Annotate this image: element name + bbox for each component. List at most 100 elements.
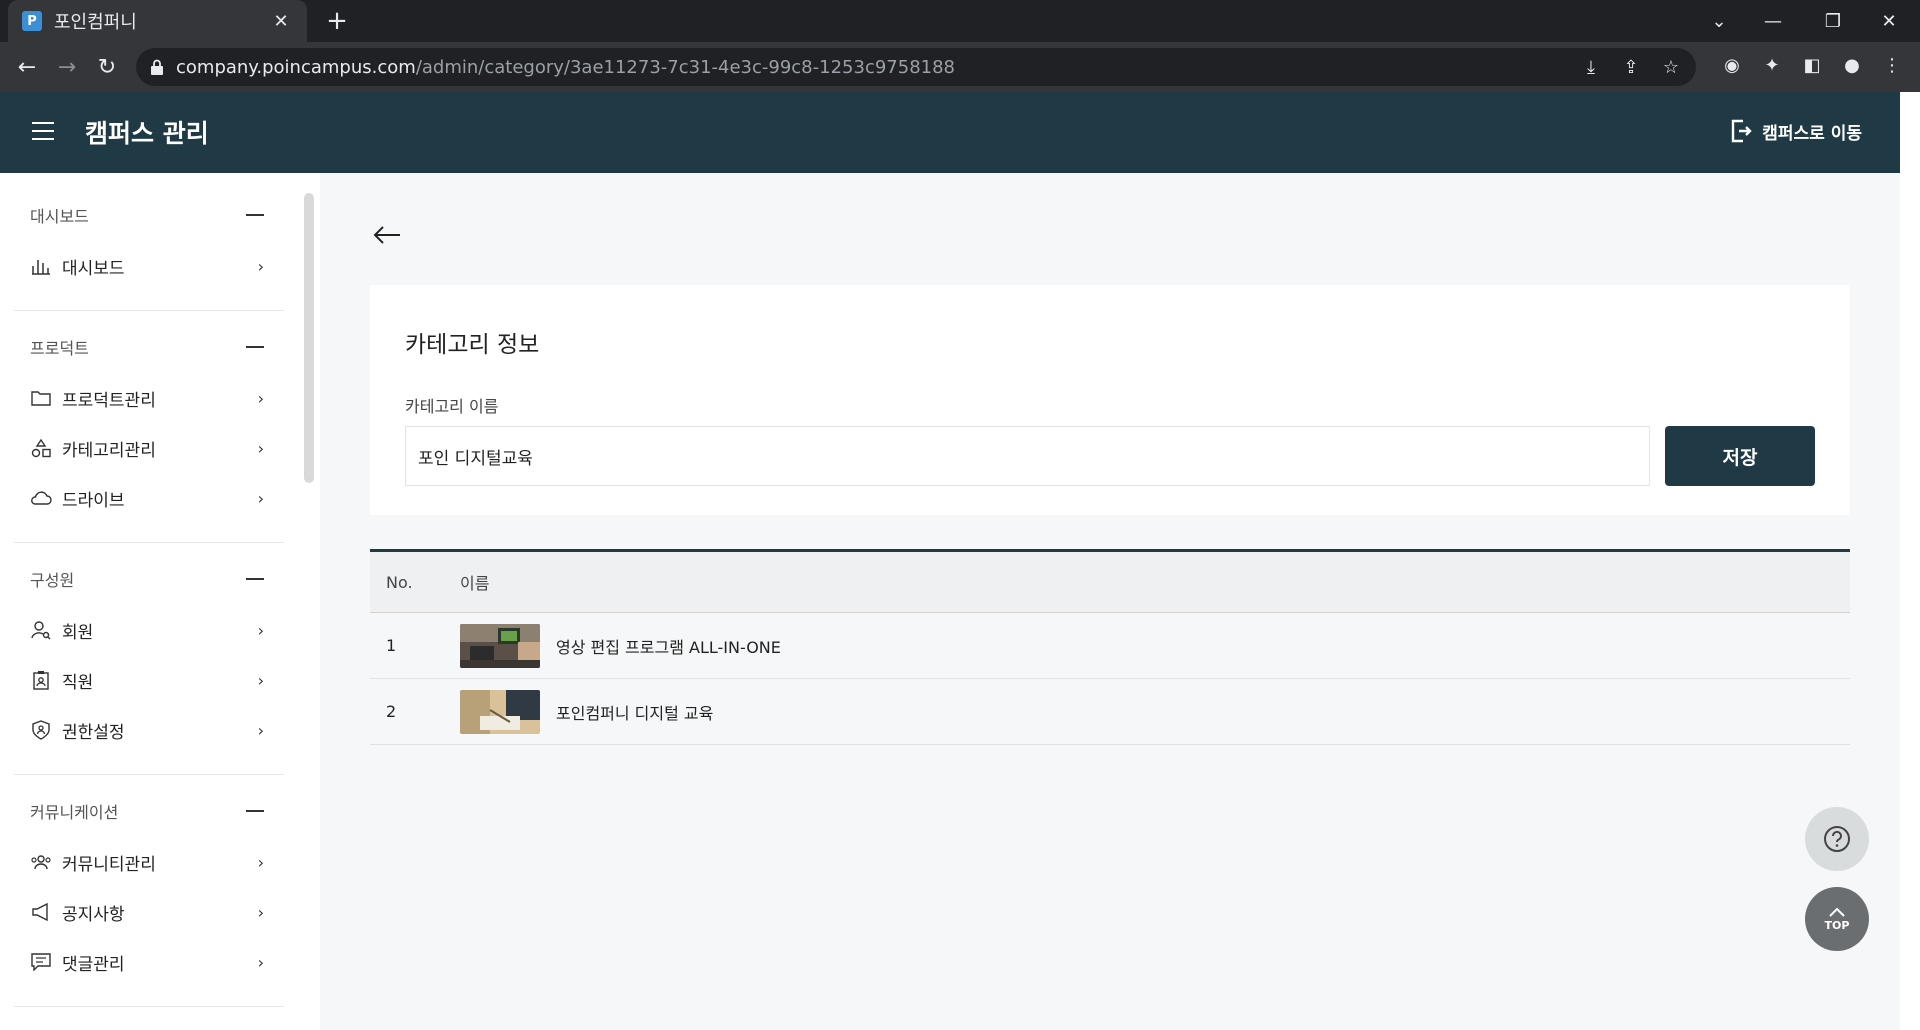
column-header-no: No. xyxy=(386,572,413,592)
collapse-icon[interactable] xyxy=(246,214,264,216)
menu-dots-icon[interactable]: ⋮ xyxy=(1880,54,1904,78)
extensions-puzzle-icon[interactable]: ✦ xyxy=(1760,54,1784,78)
sidebar-section-members: 구성원 회원 › 직원 › 권한설정 › xyxy=(14,553,284,755)
reload-button[interactable]: ↻ xyxy=(91,51,123,83)
comment-icon xyxy=(30,951,52,973)
window-close-button[interactable]: ✕ xyxy=(1862,0,1916,42)
back-button[interactable]: ← xyxy=(11,51,43,83)
sidebar-divider xyxy=(14,774,284,775)
chevron-right-icon: › xyxy=(257,853,264,872)
forward-button[interactable]: → xyxy=(51,51,83,83)
sidebar-section-header[interactable]: 커뮤니케이션 xyxy=(14,785,284,837)
shield-icon xyxy=(30,719,52,741)
shapes-icon xyxy=(30,437,52,459)
sidebar-item-notice[interactable]: 공지사항 › xyxy=(14,887,284,937)
sidebar-item-product-manage[interactable]: 프로덕트관리 › xyxy=(14,373,284,423)
profile-avatar-icon[interactable]: ● xyxy=(1840,54,1864,78)
sidebar-item-permissions[interactable]: 권한설정 › xyxy=(14,705,284,755)
row-number: 2 xyxy=(386,702,397,721)
collapse-icon[interactable] xyxy=(246,578,264,580)
card-title: 카테고리 정보 xyxy=(405,332,540,358)
chevron-right-icon: › xyxy=(257,671,264,690)
tab-search-icon[interactable]: ⌄ xyxy=(1692,0,1746,42)
sidebar-item-dashboard[interactable]: 대시보드 › xyxy=(14,241,284,291)
sidebar-divider xyxy=(14,542,284,543)
chevron-right-icon: › xyxy=(257,489,264,508)
restore-button[interactable]: ❐ xyxy=(1806,0,1860,42)
exit-door-icon xyxy=(1732,119,1752,143)
camera-extension-icon[interactable]: ◉ xyxy=(1720,54,1744,78)
sidebar-item-staff[interactable]: 직원 › xyxy=(14,655,284,705)
collapse-icon[interactable] xyxy=(246,346,264,348)
question-icon xyxy=(1824,826,1850,852)
bar-chart-icon xyxy=(30,255,52,277)
address-bar: ← → ↻ company.poincampus.com/admin/categ… xyxy=(0,42,1920,92)
chevron-right-icon: › xyxy=(257,621,264,640)
sidebar-item-member[interactable]: 회원 › xyxy=(14,605,284,655)
sidebar-item-comments[interactable]: 댓글관리 › xyxy=(14,937,284,987)
collapse-icon[interactable] xyxy=(246,810,264,812)
chevron-up-icon xyxy=(1829,907,1845,917)
goto-campus-label: 캠퍼스로 이동 xyxy=(1762,123,1862,144)
chevron-right-icon: › xyxy=(257,903,264,922)
category-name-input[interactable] xyxy=(405,426,1650,486)
back-arrow-icon[interactable] xyxy=(372,223,402,247)
chevron-right-icon: › xyxy=(257,953,264,972)
product-thumbnail xyxy=(460,623,540,668)
goto-campus-button[interactable]: 캠퍼스로 이동 xyxy=(1730,118,1862,144)
scroll-top-label: TOP xyxy=(1824,918,1850,932)
minimize-button[interactable]: — xyxy=(1746,0,1800,42)
sidebar-item-category-manage[interactable]: 카테고리관리 › xyxy=(14,423,284,473)
sidebar-section-communication: 커뮤니케이션 커뮤니티관리 › 공지사항 › 댓글관리 › xyxy=(14,785,284,987)
share-icon[interactable]: ⇪ xyxy=(1619,56,1643,80)
sidebar-divider xyxy=(14,310,284,311)
bookmark-star-icon[interactable]: ☆ xyxy=(1659,56,1683,80)
page-scroll-gutter xyxy=(1900,92,1920,1030)
folder-icon xyxy=(30,387,52,409)
main-content: 카테고리 정보 카테고리 이름 저장 No. 이름 1 영상 편집 프로그램 A… xyxy=(320,173,1900,1030)
sidebar-section-product: 프로덕트 프로덕트관리 › 카테고리관리 › 드라이브 › xyxy=(14,321,284,523)
column-header-name: 이름 xyxy=(460,574,490,593)
sidebar-section-dashboard: 대시보드 대시보드 › xyxy=(14,189,284,291)
user-search-icon xyxy=(30,619,52,641)
megaphone-icon xyxy=(30,901,52,923)
product-name: 영상 편집 프로그램 ALL-IN-ONE xyxy=(556,637,781,657)
product-table: No. 이름 1 영상 편집 프로그램 ALL-IN-ONE 2 포인컴퍼니 디… xyxy=(370,549,1850,745)
table-row[interactable]: 2 포인컴퍼니 디지털 교육 xyxy=(370,679,1850,745)
app-header: 캠퍼스 관리 캠퍼스로 이동 xyxy=(0,92,1900,173)
table-row[interactable]: 1 영상 편집 프로그램 ALL-IN-ONE xyxy=(370,613,1850,679)
lock-icon xyxy=(151,59,163,75)
help-button[interactable] xyxy=(1805,807,1869,871)
sidebar-item-drive[interactable]: 드라이브 › xyxy=(14,473,284,523)
new-tab-button[interactable]: + xyxy=(322,6,352,36)
category-info-card: 카테고리 정보 카테고리 이름 저장 xyxy=(370,285,1850,515)
chevron-right-icon: › xyxy=(257,439,264,458)
hamburger-menu-icon[interactable] xyxy=(32,122,56,142)
product-name: 포인컴퍼니 디지털 교육 xyxy=(556,703,714,723)
sidebar-section-header[interactable]: 구성원 xyxy=(14,553,284,605)
url-text: company.poincampus.com/admin/category/3a… xyxy=(176,56,956,78)
sidebar-scrollbar[interactable] xyxy=(304,193,314,483)
badge-icon xyxy=(30,669,52,691)
save-button[interactable]: 저장 xyxy=(1665,426,1815,486)
close-tab-icon[interactable]: ✕ xyxy=(269,11,293,32)
browser-tab[interactable]: P 포인컴퍼니 ✕ xyxy=(8,0,307,42)
product-thumbnail xyxy=(460,689,540,734)
url-field[interactable]: company.poincampus.com/admin/category/3a… xyxy=(136,48,1696,86)
browser-tab-bar: P 포인컴퍼니 ✕ + ⌄ — ❐ ✕ xyxy=(0,0,1920,42)
sidebar-divider xyxy=(14,1006,284,1007)
sidebar: 대시보드 대시보드 › 프로덕트 프로덕트관리 › 카테고리관리 › 드라이브 … xyxy=(0,173,320,1030)
install-icon[interactable]: ⤓ xyxy=(1579,56,1603,80)
sidebar-item-community[interactable]: 커뮤니티관리 › xyxy=(14,837,284,887)
chevron-right-icon: › xyxy=(257,721,264,740)
scroll-top-button[interactable]: TOP xyxy=(1805,887,1869,951)
side-panel-icon[interactable]: ◧ xyxy=(1800,54,1824,78)
sidebar-section-header[interactable]: 대시보드 xyxy=(14,189,284,241)
favicon-icon: P xyxy=(22,11,42,31)
cloud-icon xyxy=(30,487,52,509)
sidebar-section-header[interactable]: 프로덕트 xyxy=(14,321,284,373)
chevron-right-icon: › xyxy=(257,257,264,276)
tab-title: 포인컴퍼니 xyxy=(54,12,137,33)
chevron-right-icon: › xyxy=(257,389,264,408)
table-header: No. 이름 xyxy=(370,549,1850,613)
